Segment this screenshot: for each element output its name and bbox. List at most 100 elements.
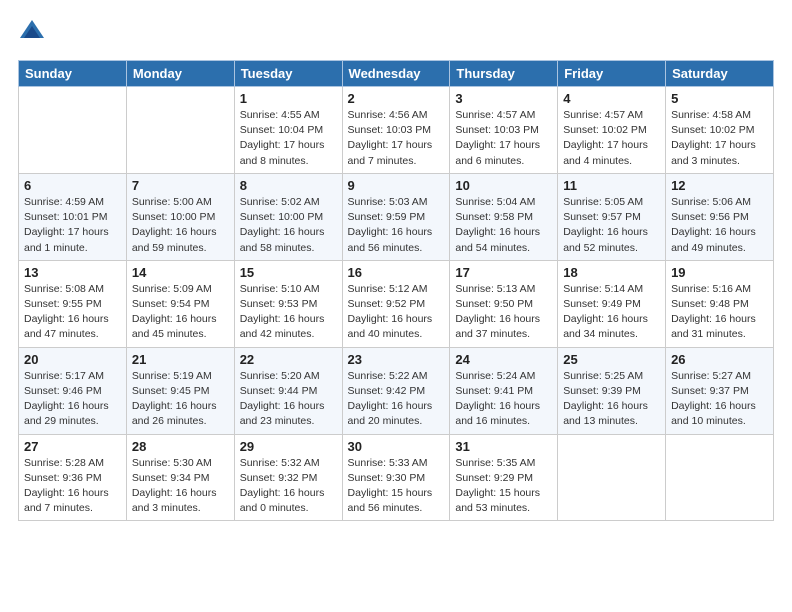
- sunset-text: Sunset: 10:03 PM: [348, 123, 445, 138]
- sunrise-text: Sunrise: 5:04 AM: [455, 195, 552, 210]
- day-info: Sunrise: 5:27 AMSunset: 9:37 PMDaylight:…: [671, 369, 768, 430]
- sunrise-text: Sunrise: 5:19 AM: [132, 369, 229, 384]
- day-number: 9: [348, 178, 445, 193]
- day-info: Sunrise: 5:03 AMSunset: 9:59 PMDaylight:…: [348, 195, 445, 256]
- calendar-cell: 18Sunrise: 5:14 AMSunset: 9:49 PMDayligh…: [558, 260, 666, 347]
- calendar-header-sunday: Sunday: [19, 61, 127, 87]
- day-number: 23: [348, 352, 445, 367]
- sunrise-text: Sunrise: 5:06 AM: [671, 195, 768, 210]
- calendar-week-1: 1 Sunrise: 4:55 AMSunset: 10:04 PMDayligh…: [19, 87, 774, 174]
- sunset-text: Sunset: 10:00 PM: [132, 210, 229, 225]
- calendar-cell: 1 Sunrise: 4:55 AMSunset: 10:04 PMDayligh…: [234, 87, 342, 174]
- sunset-text: Sunset: 10:01 PM: [24, 210, 121, 225]
- daylight-text: Daylight: 16 hours and 40 minutes.: [348, 312, 445, 342]
- sunset-text: Sunset: 9:48 PM: [671, 297, 768, 312]
- sunset-text: Sunset: 9:41 PM: [455, 384, 552, 399]
- calendar-cell: 6Sunrise: 4:59 AMSunset: 10:01 PMDayligh…: [19, 173, 127, 260]
- day-number: 26: [671, 352, 768, 367]
- daylight-text: Daylight: 16 hours and 37 minutes.: [455, 312, 552, 342]
- daylight-text: Daylight: 15 hours and 53 minutes.: [455, 486, 552, 516]
- day-info: Sunrise: 5:20 AMSunset: 9:44 PMDaylight:…: [240, 369, 337, 430]
- daylight-text: Daylight: 16 hours and 0 minutes.: [240, 486, 337, 516]
- day-number: 28: [132, 439, 229, 454]
- calendar-week-5: 27 Sunrise: 5:28 AMSunset: 9:36 PMDayligh…: [19, 434, 774, 521]
- sunset-text: Sunset: 9:54 PM: [132, 297, 229, 312]
- sunrise-text: Sunrise: 5:25 AM: [563, 369, 660, 384]
- day-number: 24: [455, 352, 552, 367]
- sunset-text: Sunset: 9:55 PM: [24, 297, 121, 312]
- sunset-text: Sunset: 9:42 PM: [348, 384, 445, 399]
- day-info: Sunrise: 5:24 AMSunset: 9:41 PMDaylight:…: [455, 369, 552, 430]
- calendar-cell: [19, 87, 127, 174]
- day-info: Sunrise: 5:08 AMSunset: 9:55 PMDaylight:…: [24, 282, 121, 343]
- calendar-cell: [666, 434, 774, 521]
- daylight-text: Daylight: 16 hours and 59 minutes.: [132, 225, 229, 255]
- sunset-text: Sunset: 9:58 PM: [455, 210, 552, 225]
- day-info: Sunrise: 5:19 AMSunset: 9:45 PMDaylight:…: [132, 369, 229, 430]
- day-number: 10: [455, 178, 552, 193]
- day-number: 16: [348, 265, 445, 280]
- sunrise-text: Sunrise: 5:10 AM: [240, 282, 337, 297]
- day-number: 20: [24, 352, 121, 367]
- daylight-text: Daylight: 16 hours and 54 minutes.: [455, 225, 552, 255]
- calendar-header-monday: Monday: [126, 61, 234, 87]
- sunset-text: Sunset: 9:59 PM: [348, 210, 445, 225]
- day-number: 27: [24, 439, 121, 454]
- calendar-cell: 23 Sunrise: 5:22 AMSunset: 9:42 PMDayligh…: [342, 347, 450, 434]
- sunset-text: Sunset: 10:02 PM: [671, 123, 768, 138]
- day-info: Sunrise: 5:10 AMSunset: 9:53 PMDaylight:…: [240, 282, 337, 343]
- calendar-cell: 14Sunrise: 5:09 AMSunset: 9:54 PMDayligh…: [126, 260, 234, 347]
- calendar-header-saturday: Saturday: [666, 61, 774, 87]
- day-number: 1: [240, 91, 337, 106]
- daylight-text: Daylight: 16 hours and 10 minutes.: [671, 399, 768, 429]
- daylight-text: Daylight: 16 hours and 16 minutes.: [455, 399, 552, 429]
- calendar-cell: 2Sunrise: 4:56 AMSunset: 10:03 PMDayligh…: [342, 87, 450, 174]
- sunset-text: Sunset: 9:50 PM: [455, 297, 552, 312]
- day-info: Sunrise: 5:35 AMSunset: 9:29 PMDaylight:…: [455, 456, 552, 517]
- sunset-text: Sunset: 9:29 PM: [455, 471, 552, 486]
- sunset-text: Sunset: 9:53 PM: [240, 297, 337, 312]
- day-info: Sunrise: 5:22 AMSunset: 9:42 PMDaylight:…: [348, 369, 445, 430]
- sunset-text: Sunset: 9:30 PM: [348, 471, 445, 486]
- sunrise-text: Sunrise: 5:13 AM: [455, 282, 552, 297]
- daylight-text: Daylight: 16 hours and 45 minutes.: [132, 312, 229, 342]
- sunset-text: Sunset: 10:03 PM: [455, 123, 552, 138]
- sunrise-text: Sunrise: 5:24 AM: [455, 369, 552, 384]
- sunrise-text: Sunrise: 5:35 AM: [455, 456, 552, 471]
- sunrise-text: Sunrise: 5:33 AM: [348, 456, 445, 471]
- day-info: Sunrise: 5:14 AMSunset: 9:49 PMDaylight:…: [563, 282, 660, 343]
- day-info: Sunrise: 5:12 AMSunset: 9:52 PMDaylight:…: [348, 282, 445, 343]
- day-info: Sunrise: 5:02 AMSunset: 10:00 PMDaylight…: [240, 195, 337, 256]
- calendar-cell: 16 Sunrise: 5:12 AMSunset: 9:52 PMDayligh…: [342, 260, 450, 347]
- sunrise-text: Sunrise: 5:17 AM: [24, 369, 121, 384]
- header: [18, 18, 774, 46]
- day-number: 5: [671, 91, 768, 106]
- page: SundayMondayTuesdayWednesdayThursdayFrid…: [0, 0, 792, 533]
- calendar-cell: 3Sunrise: 4:57 AMSunset: 10:03 PMDayligh…: [450, 87, 558, 174]
- day-info: Sunrise: 5:06 AMSunset: 9:56 PMDaylight:…: [671, 195, 768, 256]
- sunset-text: Sunset: 10:04 PM: [240, 123, 337, 138]
- day-info: Sunrise: 4:58 AMSunset: 10:02 PMDaylight…: [671, 108, 768, 169]
- sunset-text: Sunset: 9:45 PM: [132, 384, 229, 399]
- day-info: Sunrise: 5:32 AMSunset: 9:32 PMDaylight:…: [240, 456, 337, 517]
- day-info: Sunrise: 5:33 AMSunset: 9:30 PMDaylight:…: [348, 456, 445, 517]
- sunrise-text: Sunrise: 5:02 AM: [240, 195, 337, 210]
- sunrise-text: Sunrise: 5:22 AM: [348, 369, 445, 384]
- day-number: 22: [240, 352, 337, 367]
- day-info: Sunrise: 5:09 AMSunset: 9:54 PMDaylight:…: [132, 282, 229, 343]
- day-number: 2: [348, 91, 445, 106]
- calendar-cell: 28Sunrise: 5:30 AMSunset: 9:34 PMDayligh…: [126, 434, 234, 521]
- daylight-text: Daylight: 16 hours and 3 minutes.: [132, 486, 229, 516]
- daylight-text: Daylight: 17 hours and 8 minutes.: [240, 138, 337, 168]
- sunset-text: Sunset: 10:02 PM: [563, 123, 660, 138]
- calendar-cell: 7Sunrise: 5:00 AMSunset: 10:00 PMDayligh…: [126, 173, 234, 260]
- daylight-text: Daylight: 16 hours and 34 minutes.: [563, 312, 660, 342]
- day-info: Sunrise: 4:55 AMSunset: 10:04 PMDaylight…: [240, 108, 337, 169]
- calendar-cell: 9 Sunrise: 5:03 AMSunset: 9:59 PMDaylight…: [342, 173, 450, 260]
- sunrise-text: Sunrise: 5:05 AM: [563, 195, 660, 210]
- calendar-cell: 8Sunrise: 5:02 AMSunset: 10:00 PMDayligh…: [234, 173, 342, 260]
- daylight-text: Daylight: 16 hours and 42 minutes.: [240, 312, 337, 342]
- day-info: Sunrise: 5:28 AMSunset: 9:36 PMDaylight:…: [24, 456, 121, 517]
- day-info: Sunrise: 5:00 AMSunset: 10:00 PMDaylight…: [132, 195, 229, 256]
- calendar-header-friday: Friday: [558, 61, 666, 87]
